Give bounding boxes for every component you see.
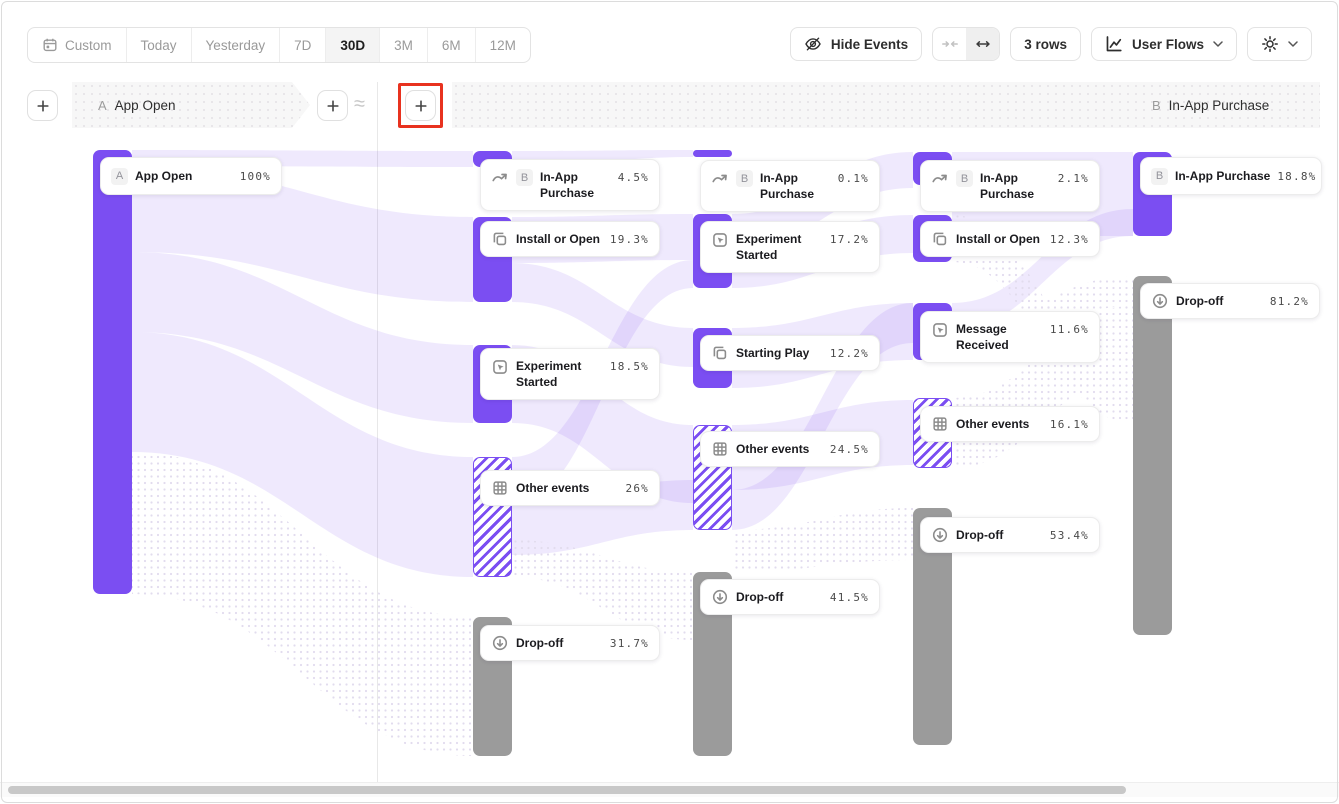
node-drop-off[interactable]: Drop-off 81.2% [1140,283,1320,319]
overlap-squares-icon [711,344,729,362]
node-in-app-purchase[interactable]: B In-App Purchase 4.5% [480,159,660,211]
grid-icon [711,440,729,458]
node-message-received[interactable]: Message Received 11.6% [920,311,1100,363]
node-value: 24.5% [830,443,869,456]
event-letter-badge: B [1151,168,1168,185]
grid-icon [491,479,509,497]
node-value: 81.2% [1270,295,1309,308]
node-value: 12.3% [1050,233,1089,246]
node-value: 31.7% [610,637,649,650]
node-value: 2.1% [1058,172,1089,185]
node-other-events[interactable]: Other events 26% [480,470,660,506]
node-value: 100% [240,170,271,183]
node-value: 17.2% [830,233,869,246]
overlap-squares-icon [931,230,949,248]
node-experiment-started[interactable]: Experiment Started 18.5% [480,348,660,400]
click-icon [931,321,949,339]
node-other-events[interactable]: Other events 24.5% [700,431,880,467]
node-value: 41.5% [830,591,869,604]
node-drop-off[interactable]: Drop-off 53.4% [920,517,1100,553]
event-letter-badge: A [111,168,128,185]
event-letter-badge: B [736,170,753,187]
click-icon [491,358,509,376]
add-step-button-start[interactable] [27,90,58,121]
node-label: Experiment Started [736,231,823,263]
node-in-app-purchase[interactable]: B In-App Purchase 2.1% [920,160,1100,212]
collapsed-steps-symbol: ≈ [354,93,365,116]
node-value: 18.8% [1277,170,1316,183]
node-other-events[interactable]: Other events 16.1% [920,406,1100,442]
bar-drop-off[interactable] [1133,276,1172,635]
node-in-app-purchase[interactable]: B In-App Purchase 0.1% [700,160,880,212]
node-app-open[interactable]: A App Open 100% [100,157,282,195]
node-label: Drop-off [956,527,1043,543]
node-drop-off[interactable]: Drop-off 41.5% [700,579,880,615]
node-label: Experiment Started [516,358,603,390]
bar-app-open[interactable] [93,150,132,594]
arrow-down-circle-icon [931,526,949,544]
node-install-or-open[interactable]: Install or Open 19.3% [480,221,660,257]
node-label: In-App Purchase [540,169,611,201]
node-label: Install or Open [516,231,603,247]
node-label: Other events [736,441,823,457]
node-value: 26% [626,482,649,495]
node-label: In-App Purchase [980,170,1051,202]
node-starting-play[interactable]: Starting Play 12.2% [700,335,880,371]
plus-icon [37,100,49,112]
grid-icon [931,415,949,433]
event-letter-badge: B [956,170,973,187]
trend-arrow-icon [711,170,729,188]
node-label: Drop-off [1176,293,1263,309]
node-label: Starting Play [736,345,823,361]
node-in-app-purchase[interactable]: B In-App Purchase 18.8% [1140,157,1322,195]
node-value: 18.5% [610,360,649,373]
node-value: 0.1% [838,172,869,185]
node-value: 12.2% [830,347,869,360]
node-label: In-App Purchase [1175,168,1270,184]
node-value: 53.4% [1050,529,1089,542]
node-value: 4.5% [618,171,649,184]
scrollbar-thumb[interactable] [8,786,1126,794]
node-value: 16.1% [1050,418,1089,431]
node-label: Other events [516,480,619,496]
arrow-down-circle-icon [711,588,729,606]
horizontal-scrollbar [0,782,1339,797]
bar-in-app-purchase[interactable] [693,150,732,157]
arrow-down-circle-icon [491,634,509,652]
click-icon [711,231,729,249]
trend-arrow-icon [491,169,509,187]
node-label: In-App Purchase [760,170,831,202]
arrow-down-circle-icon [1151,292,1169,310]
add-step-button-mid[interactable] [317,90,348,121]
trend-arrow-icon [931,170,949,188]
user-flows-app: CustomTodayYesterday7D30D3M6M12M Hide Ev… [0,0,1339,804]
node-label: App Open [135,168,233,184]
node-value: 11.6% [1050,323,1089,336]
node-value: 19.3% [610,233,649,246]
node-install-or-open[interactable]: Install or Open 12.3% [920,221,1100,257]
node-experiment-started[interactable]: Experiment Started 17.2% [700,221,880,273]
node-label: Drop-off [516,635,603,651]
node-label: Install or Open [956,231,1043,247]
node-label: Other events [956,416,1043,432]
event-letter-badge: B [516,169,533,186]
node-drop-off[interactable]: Drop-off 31.7% [480,625,660,661]
add-step-button-highlighted[interactable] [405,90,436,121]
node-label: Drop-off [736,589,823,605]
overlap-squares-icon [491,230,509,248]
node-label: Message Received [956,321,1043,353]
plus-icon [415,100,427,112]
plus-icon [327,100,339,112]
